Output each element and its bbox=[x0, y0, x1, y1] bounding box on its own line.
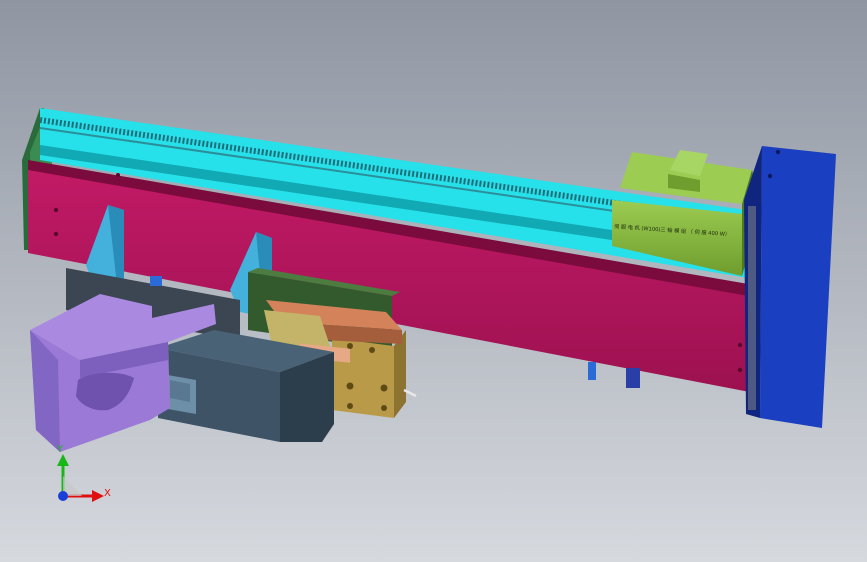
end-block-hole bbox=[767, 173, 773, 179]
small-blue-clip bbox=[150, 276, 162, 286]
gripper-hole bbox=[369, 347, 375, 353]
cad-viewport[interactable]: 伺 服 电 机 (W100)三 轴 模 组 （ 伺 服 400 W） X Y bbox=[0, 0, 867, 562]
gripper-hole bbox=[346, 382, 354, 390]
beam-hole bbox=[737, 367, 743, 373]
gripper-hole bbox=[347, 343, 353, 349]
end-block-hole bbox=[775, 149, 781, 155]
cable-clip bbox=[588, 362, 596, 380]
beam-hole bbox=[53, 207, 59, 213]
x-axis-label: X bbox=[104, 488, 111, 499]
y-axis-label: Y bbox=[56, 444, 64, 455]
beam-hole bbox=[737, 342, 743, 348]
gripper-hole bbox=[347, 403, 353, 409]
end-block-plate bbox=[748, 206, 756, 410]
gripper-hole bbox=[381, 405, 387, 411]
beam-hole bbox=[116, 173, 120, 177]
beam-hole bbox=[53, 231, 59, 237]
z-axis-dot bbox=[58, 491, 68, 501]
gripper-hole bbox=[380, 384, 388, 392]
cable-clip bbox=[626, 368, 640, 388]
end-block[interactable] bbox=[744, 146, 836, 428]
model-canvas[interactable]: 伺 服 电 机 (W100)三 轴 模 组 （ 伺 服 400 W） X Y bbox=[0, 0, 867, 562]
